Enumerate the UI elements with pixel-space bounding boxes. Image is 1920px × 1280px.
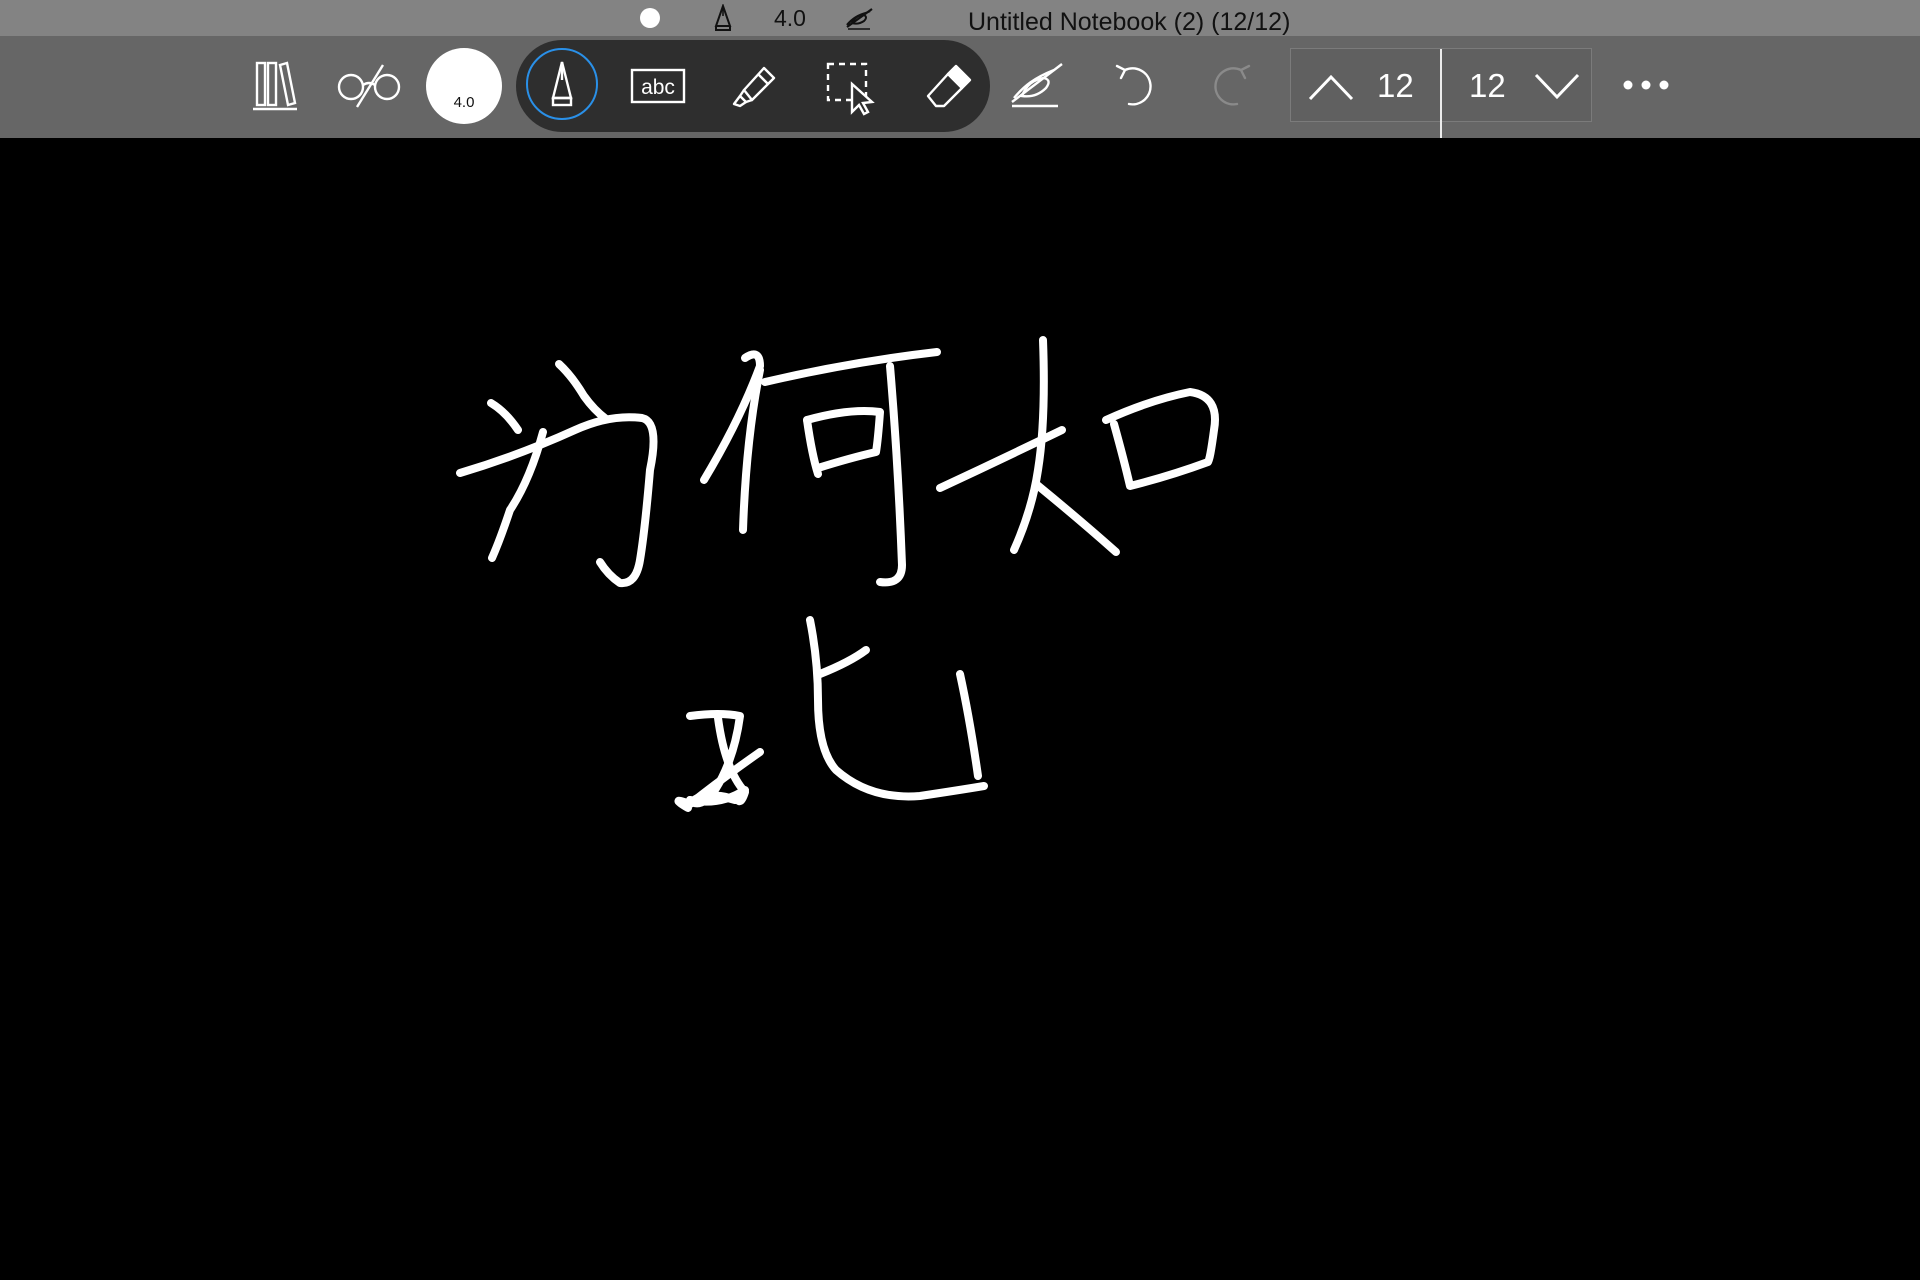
highlighter-icon [732,66,776,108]
redo-button[interactable] [1202,52,1262,116]
highlighter-tool-button[interactable] [722,54,786,118]
tool-group: abc [516,40,990,132]
eraser-icon [926,64,972,108]
chevron-up-icon [1308,74,1354,101]
pen-tool-button[interactable] [526,48,598,120]
title-bar: 4.0 Untitled Notebook (2) (12/12) [0,0,1920,36]
lasso-select-icon [826,62,875,116]
text-tool-button[interactable]: abc [628,56,688,116]
ink-stroke [555,360,610,423]
pen-tool-status-icon [714,4,732,31]
ink-stroke [487,399,522,434]
handwriting-ink [456,336,1219,812]
glasses-icon [337,64,401,108]
ink-stroke [936,426,1066,492]
ink-stroke [1032,480,1120,556]
status-indicators: 4.0 [640,0,876,36]
text-box-icon: abc [630,68,686,104]
more-dots-icon [1623,80,1669,90]
previous-page-number: 12 [1377,67,1414,104]
pen-size-status: 4.0 [774,4,806,31]
ink-stroke [1102,388,1219,490]
library-books-icon [253,61,297,111]
ink-to-text-icon [1011,63,1063,108]
page-nav-divider [1440,49,1442,139]
lasso-select-tool-button[interactable] [820,54,884,118]
eraser-tool-button[interactable] [916,54,980,118]
view-mode-button[interactable] [332,54,406,116]
undo-button[interactable] [1104,52,1164,116]
ink-stroke [686,710,744,808]
ink-stroke [956,670,982,780]
ink-stroke [761,348,941,386]
more-options-button[interactable] [1612,54,1680,116]
chevron-down-icon [1534,73,1580,100]
main-toolbar: 4.0 abc 12 12 [0,36,1920,139]
next-page-number: 12 [1469,67,1506,104]
redo-icon [1214,64,1251,106]
ink-stroke [816,646,870,678]
window-title: Untitled Notebook (2) (12/12) [968,8,1291,36]
pen-size-label: 4.0 [453,94,475,111]
ink-to-text-status-icon [846,8,873,30]
svg-text:abc: abc [641,76,675,99]
pen-icon [551,61,573,107]
ink-stroke [876,362,906,587]
page-navigation: 12 12 [1290,48,1592,139]
ink-stroke [674,796,694,812]
previous-page-button[interactable] [1301,57,1361,115]
ink-to-text-button[interactable] [1004,52,1070,116]
pen-size-button[interactable]: 4.0 [426,48,502,124]
pen-color-indicator [640,8,660,28]
ink-stroke [806,616,988,801]
library-button[interactable] [244,54,306,116]
drawing-canvas[interactable] [0,138,1920,1280]
undo-icon [1115,64,1152,106]
next-page-button[interactable] [1527,57,1587,115]
